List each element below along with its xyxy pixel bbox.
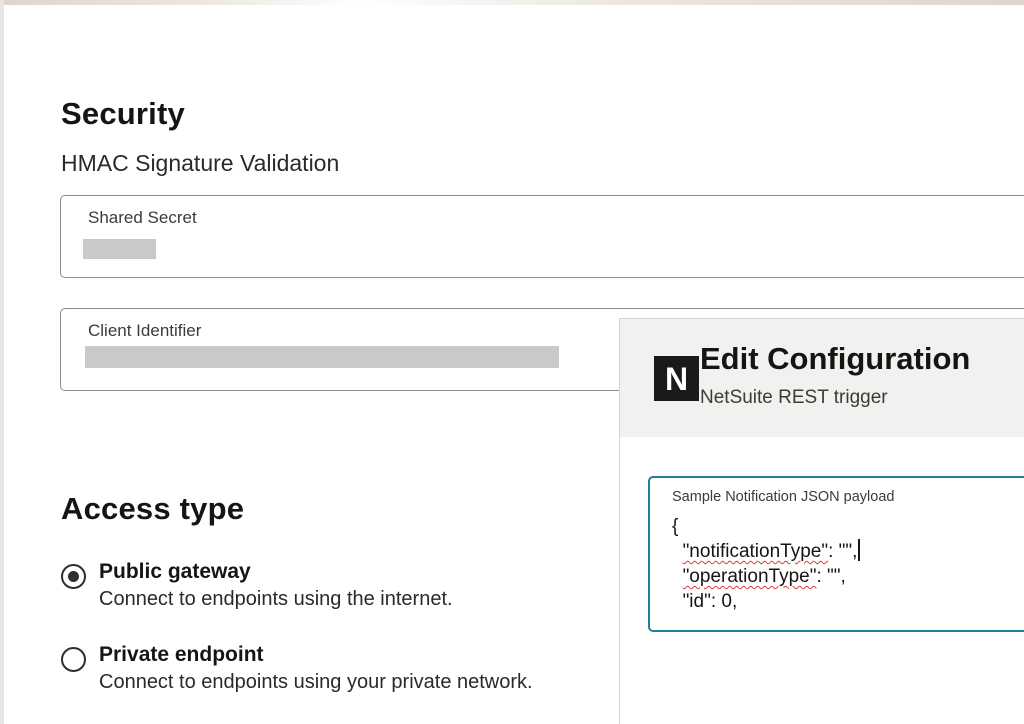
client-identifier-label: Client Identifier [88,321,202,340]
json-key-notification-type: "notificationType" [682,541,829,562]
access-type-heading: Access type [61,491,245,526]
private-endpoint-description: Connect to endpoints using your private … [99,671,533,693]
client-identifier-masked-value [85,346,559,368]
private-endpoint-label: Private endpoint [99,643,264,666]
integration-configuration-page: Security HMAC Signature Validation Share… [0,0,1024,724]
netsuite-logo-icon: N [654,356,699,401]
json-payload-label: Sample Notification JSON payload [672,489,895,505]
shared-secret-label: Shared Secret [88,208,197,227]
edit-configuration-panel: N Edit Configuration NetSuite REST trigg… [619,318,1024,724]
panel-subtitle: NetSuite REST trigger [700,387,888,408]
json-value-notification-type: : "", [828,541,858,562]
json-payload-textarea[interactable]: Sample Notification JSON payload { "noti… [648,476,1024,632]
top-decorative-strip [0,0,1024,5]
public-gateway-label: Public gateway [99,560,251,583]
hmac-signature-label: HMAC Signature Validation [61,150,340,176]
json-line-open: { [672,516,679,537]
shared-secret-field[interactable]: Shared Secret [60,195,1024,278]
panel-title: Edit Configuration [700,341,971,376]
text-cursor [858,539,860,561]
json-payload-content[interactable]: { "notificationType": "", "operationType… [672,514,860,614]
public-gateway-radio[interactable] [61,564,86,589]
json-value-operation-type: : "", [816,566,846,587]
panel-header: N Edit Configuration NetSuite REST trigg… [620,319,1024,437]
left-edge-border [0,0,4,724]
public-gateway-description: Connect to endpoints using the internet. [99,588,453,610]
json-line-id: "id": 0, [682,591,738,612]
json-key-operation-type: "operationType" [682,566,817,587]
private-endpoint-radio[interactable] [61,647,86,672]
shared-secret-masked-value [83,239,156,259]
security-heading: Security [61,96,185,131]
